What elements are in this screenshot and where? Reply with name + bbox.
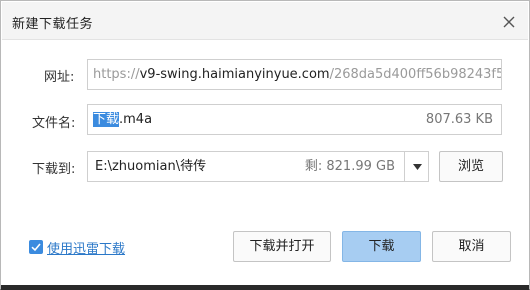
use-thunder-toggle[interactable]: 使用迅雷下载 [29,238,125,257]
use-thunder-link[interactable]: 使用迅雷下载 [47,238,125,257]
filename-extension: .m4a [119,112,153,127]
destination-field[interactable]: E:\zhuomian\待传 剩: 821.99 GB [87,151,405,182]
close-icon [503,16,515,28]
dialog-title: 新建下载任务 [12,17,94,32]
new-download-dialog: 新建下载任务 网址: https://v9-swing.haimianyinyu… [0,0,530,290]
title-bar: 新建下载任务 [2,2,528,40]
free-space: 剩: 821.99 GB [304,159,395,174]
destination-path: E:\zhuomian\待传 [95,159,207,174]
destination-label: 下载到: [32,162,76,177]
browse-button[interactable]: 浏览 [439,151,503,182]
cancel-button[interactable]: 取消 [432,231,511,262]
chevron-down-icon [413,164,422,170]
url-path: /268da5d400ff56b98243f5177495c [329,67,501,82]
filename-selected-text: 下载 [93,112,120,127]
url-field[interactable]: https://v9-swing.haimianyinyue.com/268da… [87,59,502,90]
file-size: 807.63 KB [425,112,493,127]
url-host: v9-swing.haimianyinyue.com [139,67,330,82]
download-and-open-button[interactable]: 下载并打开 [233,231,331,262]
download-button[interactable]: 下载 [342,231,421,262]
url-scheme: https:// [93,67,140,82]
filename-label: 文件名: [32,116,76,131]
close-button[interactable] [498,11,520,33]
url-label: 网址: [44,70,75,85]
filename-field[interactable]: 下载.m4a 807.63 KB [87,104,502,135]
checkbox-checked-icon [29,240,43,254]
destination-dropdown-button[interactable] [404,151,429,182]
